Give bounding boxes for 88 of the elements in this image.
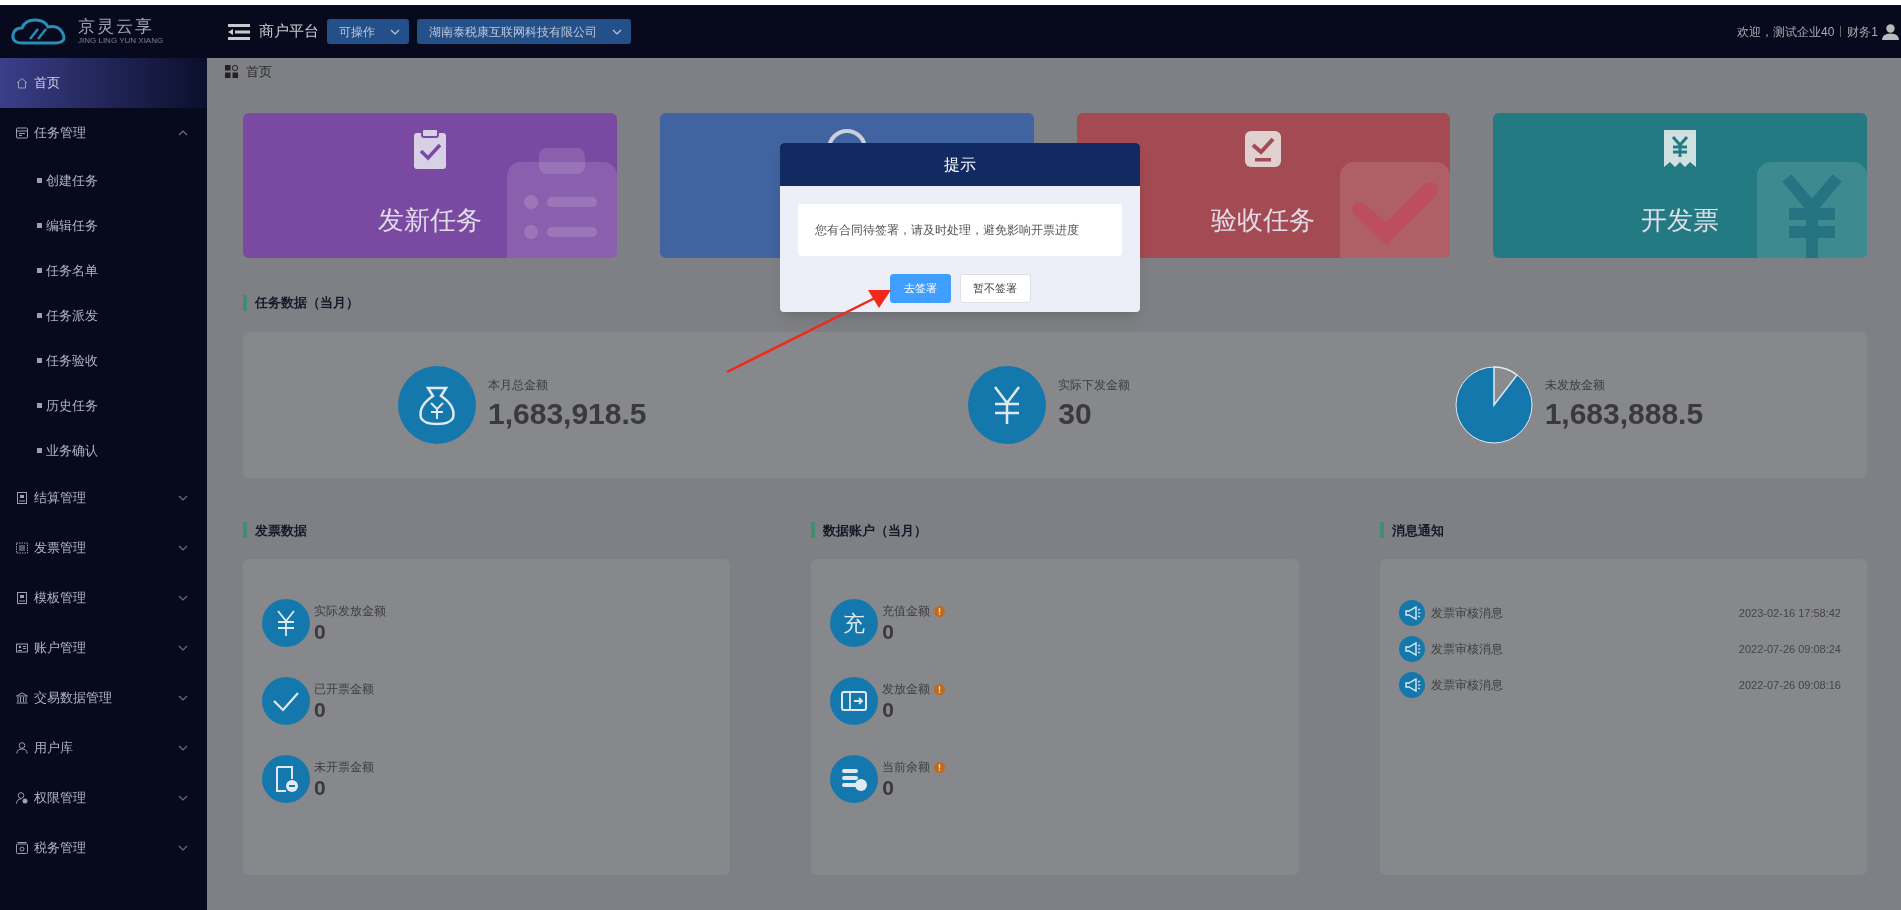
sidebar-subitem[interactable]: 编辑任务 (0, 203, 207, 248)
stat-label: 本月总金额 (488, 376, 549, 394)
quick-action-card[interactable]: 开发票 (1493, 113, 1867, 258)
sidebar-subitem[interactable]: 任务派发 (0, 293, 207, 338)
sidebar-item[interactable]: 任务管理 (0, 108, 207, 158)
info-icon (934, 605, 946, 617)
user-role-text: 财务1 (1847, 23, 1878, 41)
amount-value: 0 (882, 698, 895, 722)
notice-time: 2023-02-16 17:58:42 (1738, 605, 1841, 621)
amount-value: 0 (314, 698, 327, 722)
document-minus-icon (262, 755, 310, 803)
logo-text: 京灵云享 (78, 18, 155, 35)
decline-button[interactable]: 暂不签署 (959, 274, 1031, 303)
user-icon (1882, 23, 1899, 40)
dropdown-button[interactable]: 湖南泰税康互联网科技有限公司 (417, 19, 631, 44)
ticket-icon (830, 677, 879, 725)
person-icon (16, 742, 28, 754)
stat-label: 实际下发金额 (1058, 376, 1131, 394)
sidebar-item[interactable]: 用户库 (0, 723, 207, 773)
sidebar-item[interactable]: 账户管理 (0, 623, 207, 673)
sidebar-subitem[interactable]: 任务验收 (0, 338, 207, 383)
megaphone-icon (1398, 636, 1425, 662)
charge-icon: 充 (830, 599, 879, 647)
amount-label: 充值金额 (882, 603, 931, 620)
bullet-icon (37, 448, 42, 453)
dialog-title: 提示 (780, 143, 1140, 186)
notice-time: 2022-07-26 09:08:24 (1738, 641, 1841, 657)
yen-icon (262, 599, 310, 647)
amount-label: 实际发放金额 (314, 603, 386, 620)
list-icon (16, 127, 28, 139)
section-title: 发票数据 (255, 521, 307, 540)
sidebar-item[interactable]: 结算管理 (0, 473, 207, 523)
home-icon (16, 77, 28, 89)
ledger-icon (16, 592, 28, 604)
stat-label: 未发放金额 (1544, 376, 1606, 394)
bullet-icon (37, 358, 42, 363)
sidebar-item[interactable]: 发票管理 (0, 523, 207, 573)
receipt-icon (16, 542, 28, 554)
box-icon (16, 842, 28, 854)
sidebar-item[interactable]: 权限管理 (0, 773, 207, 823)
ledger-icon (16, 492, 28, 504)
sidebar-subitem[interactable]: 历史任务 (0, 383, 207, 428)
bullet-icon (37, 178, 42, 183)
dialog-message: 您有合同待签署，请及时处理，避免影响开票进度 (798, 204, 1122, 256)
megaphone-icon (1398, 672, 1425, 698)
platform-title: 商户平台 (259, 21, 319, 42)
bullet-icon (37, 313, 42, 318)
menu-icon (228, 23, 250, 40)
amount-value: 0 (314, 620, 327, 644)
amount-value: 0 (314, 776, 327, 800)
checkmark-icon (262, 677, 310, 725)
logo-subtitle: JING LING YUN XIANG (78, 37, 164, 45)
amount-value: 0 (882, 620, 895, 644)
pie-chart-icon (1454, 365, 1533, 444)
megaphone-icon (1398, 600, 1425, 626)
sidebar-item[interactable]: 税务管理 (0, 823, 207, 873)
moneybag-icon (398, 365, 476, 444)
info-icon (934, 683, 946, 695)
amount-label: 未开票金额 (314, 759, 374, 776)
stat-value: 30 (1058, 395, 1093, 432)
yen-icon (968, 365, 1047, 444)
id-card-icon (16, 642, 28, 654)
sidebar-item[interactable]: 首页 (0, 58, 207, 108)
dropdown-button[interactable]: 可操作 (327, 19, 409, 44)
sidebar-subitem[interactable]: 创建任务 (0, 158, 207, 203)
bullet-icon (37, 223, 42, 228)
amount-label: 当前余额 (882, 759, 931, 776)
section-title: 任务数据（当月） (255, 294, 359, 312)
section-title: 数据账户（当月） (823, 521, 928, 540)
stat-value: 1,683,888.5 (1544, 395, 1704, 432)
info-icon (934, 761, 946, 773)
amount-value: 0 (882, 776, 895, 800)
stat-value: 1,683,918.5 (488, 395, 647, 432)
bullet-icon (37, 268, 42, 273)
bullet-icon (37, 403, 42, 408)
quick-action-card[interactable]: 发新任务 (243, 113, 617, 258)
welcome-text: 欢迎，测试企业40 (1736, 23, 1835, 41)
sidebar-item[interactable]: 交易数据管理 (0, 673, 207, 723)
amount-label: 已开票金额 (314, 681, 374, 698)
notice-time: 2022-07-26 09:08:16 (1738, 677, 1841, 693)
grid-icon (225, 65, 238, 78)
breadcrumb[interactable]: 首页 (246, 61, 272, 82)
sidebar-item[interactable]: 模板管理 (0, 573, 207, 623)
amount-label: 发放金额 (882, 681, 931, 698)
sidebar-subitem[interactable]: 业务确认 (0, 428, 207, 473)
bank-icon (16, 692, 28, 704)
section-title: 消息通知 (1391, 521, 1444, 540)
sidebar-subitem[interactable]: 任务名单 (0, 248, 207, 293)
